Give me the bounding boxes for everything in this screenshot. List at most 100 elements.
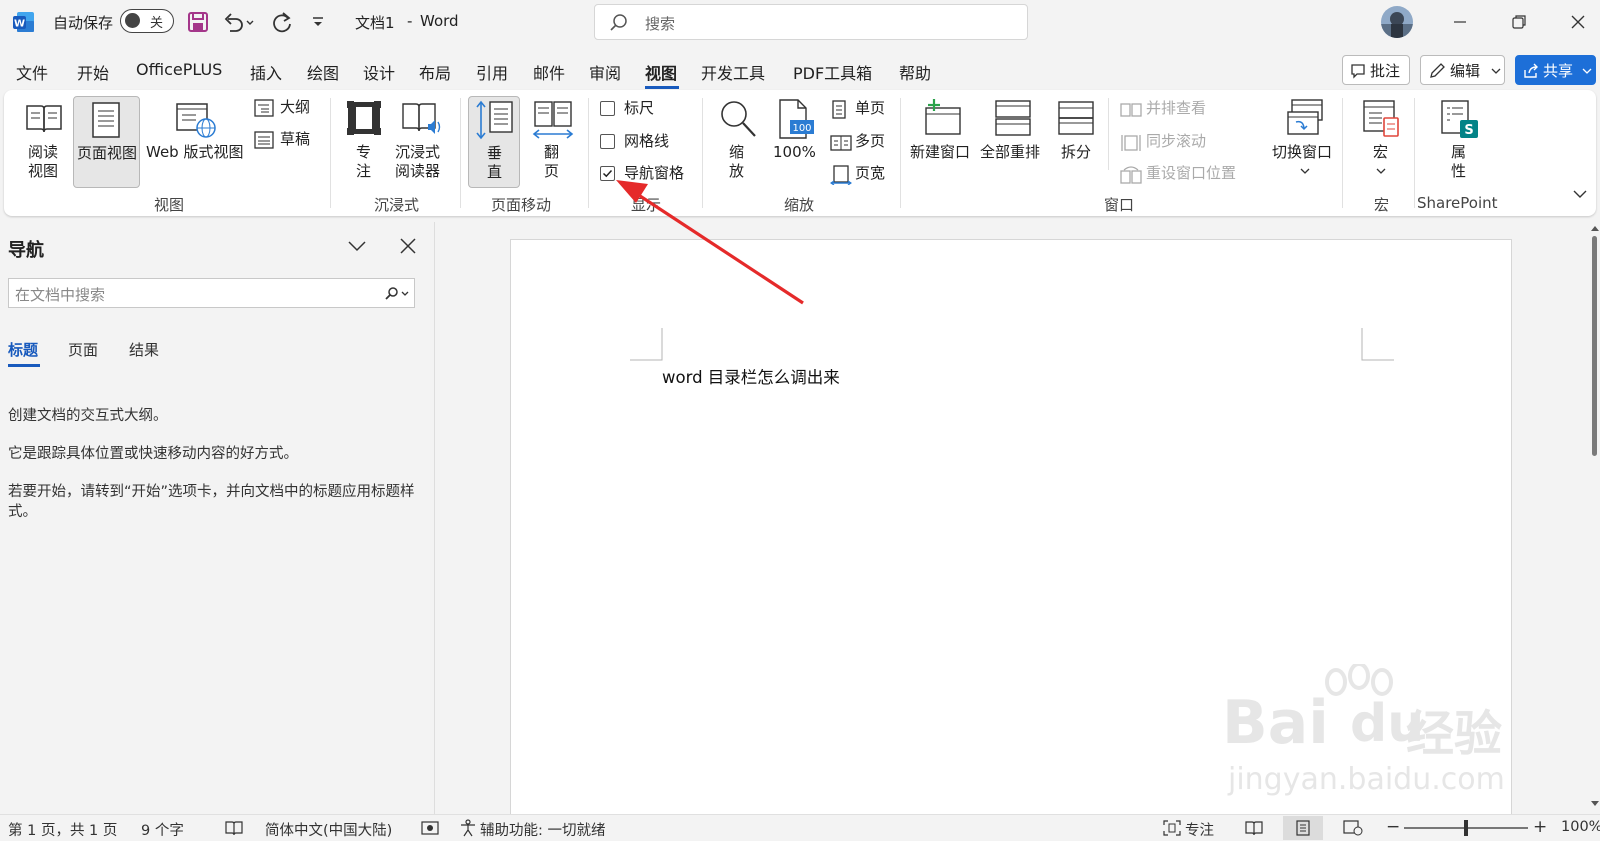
web-layout-button[interactable]: Web 版式视图 [144, 96, 249, 182]
close-icon [400, 238, 416, 254]
tab-pdf-tools[interactable]: PDF工具箱 [793, 60, 872, 84]
close-button[interactable] [1558, 6, 1598, 38]
new-window-label: 新建窗口 [910, 143, 971, 161]
nav-tab-results[interactable]: 结果 [129, 339, 159, 360]
tab-view[interactable]: 视图 [645, 60, 677, 84]
search-options-button[interactable] [383, 285, 411, 303]
chevron-down-icon [348, 241, 366, 252]
vertical-scrollbar[interactable] [1589, 222, 1600, 812]
tab-layout[interactable]: 布局 [419, 60, 451, 84]
language-indicator[interactable]: 简体中文(中国大陆) [265, 819, 392, 840]
chevron-down-icon [1491, 68, 1501, 74]
tab-developer[interactable]: 开发工具 [701, 60, 765, 84]
comment-icon [1351, 64, 1365, 79]
nav-pane-options-button[interactable] [346, 236, 368, 256]
vertical-button[interactable]: 垂 直 [468, 96, 520, 188]
tab-insert[interactable]: 插入 [250, 60, 282, 84]
one-page-button[interactable]: 单页 [830, 98, 892, 122]
properties-button[interactable]: S 属 性 [1432, 96, 1486, 182]
tab-home[interactable]: 开始 [77, 60, 109, 84]
nav-help-text-2: 它是跟踪具体位置或快速移动内容的好方式。 [8, 446, 298, 462]
scroll-down-icon [1591, 801, 1599, 806]
switch-windows-button[interactable]: 切换窗口 [1266, 96, 1344, 188]
zoom-in-button[interactable]: + [1533, 817, 1547, 837]
customize-icon[interactable] [310, 12, 326, 32]
tab-officeplus[interactable]: OfficePLUS [136, 60, 222, 79]
split-button[interactable]: 拆分 [1050, 96, 1102, 182]
title-separator: - [407, 12, 413, 30]
reset-window-position-button: 重设窗口位置 [1120, 163, 1250, 187]
nav-active-tab-indicator [8, 364, 40, 367]
minimize-icon [1454, 21, 1466, 23]
macro-recording-icon[interactable] [420, 820, 440, 836]
page-width-button[interactable]: 页宽 [830, 163, 892, 187]
group-label-macros: 宏 [1374, 196, 1390, 214]
share-label: 共享 [1543, 62, 1574, 80]
word-logo-icon[interactable]: W [12, 10, 36, 34]
outline-button[interactable]: 大纲 [254, 96, 316, 120]
tab-design[interactable]: 设计 [363, 60, 395, 84]
collapse-ribbon-button[interactable] [1572, 188, 1592, 204]
sync-scroll-label: 同步滚动 [1146, 132, 1207, 150]
scrollbar-thumb[interactable] [1592, 236, 1597, 456]
side-to-side-button[interactable]: 翻 页 [526, 96, 578, 182]
tab-mailings[interactable]: 邮件 [533, 60, 565, 84]
macros-button[interactable]: 宏 [1356, 96, 1406, 188]
zoom-out-button[interactable]: − [1386, 817, 1400, 837]
search-icon [385, 287, 409, 300]
nav-tab-pages[interactable]: 页面 [68, 339, 98, 360]
gridlines-checkbox[interactable]: 网格线 [600, 131, 690, 155]
side-to-side-icon [532, 101, 574, 139]
share-button[interactable]: 共享 [1515, 55, 1596, 85]
tab-review[interactable]: 审阅 [589, 60, 621, 84]
new-window-button[interactable]: 新建窗口 [910, 96, 976, 182]
comments-button[interactable]: 批注 [1342, 55, 1410, 85]
read-mode-view-icon[interactable] [1244, 820, 1264, 836]
one-page-icon [832, 100, 846, 119]
zoom-100-badge: 100 [792, 123, 811, 134]
accessibility-status[interactable]: 辅助功能: 一切就绪 [480, 819, 606, 840]
read-mode-button[interactable]: 阅读 视图 [20, 96, 70, 182]
word-count[interactable]: 9 个字 [141, 819, 184, 840]
undo-icon[interactable] [222, 10, 258, 34]
outline-icon [254, 99, 274, 117]
zoom-level[interactable]: 100% [1561, 819, 1600, 835]
nav-tab-headings[interactable]: 标题 [8, 339, 38, 360]
status-bar: 第 1 页，共 1 页 9 个字 简体中文(中国大陆) 辅助功能: 一切就绪 专… [0, 814, 1600, 841]
document-text[interactable]: word 目录栏怎么调出来 [662, 364, 840, 388]
reset-position-label: 重设窗口位置 [1146, 164, 1237, 182]
focus-mode-icon [1163, 820, 1181, 836]
search-box[interactable]: 搜索 [594, 4, 1028, 40]
autosave-toggle[interactable]: 关 [120, 9, 174, 33]
tab-references[interactable]: 引用 [476, 60, 508, 84]
pencil-icon [1430, 63, 1445, 78]
tab-draw[interactable]: 绘图 [307, 60, 339, 84]
arrange-all-button[interactable]: 全部重排 [980, 96, 1046, 182]
one-page-label: 单页 [855, 99, 886, 117]
print-layout-view-button[interactable] [1283, 816, 1323, 840]
avatar[interactable] [1381, 6, 1413, 38]
web-layout-view-icon[interactable] [1343, 820, 1363, 836]
page-count[interactable]: 第 1 页，共 1 页 [8, 819, 117, 840]
redo-icon[interactable] [270, 10, 296, 34]
nav-help-text-3: 若要开始，请转到“开始”选项卡，并向文档中的标题应用标题样式。 [8, 484, 415, 520]
ruler-label: 标尺 [624, 99, 655, 117]
save-icon[interactable] [186, 10, 210, 34]
ruler-checkbox[interactable]: 标尺 [600, 98, 680, 122]
print-layout-button[interactable]: 页面视图 [73, 96, 140, 188]
focus-button[interactable]: 专 注 [342, 96, 386, 182]
nav-pane-close-button[interactable] [398, 236, 418, 256]
minimize-button[interactable] [1440, 6, 1480, 38]
focus-mode-button[interactable]: 专注 [1185, 819, 1214, 840]
zoom-slider-thumb[interactable] [1464, 820, 1468, 836]
tab-file[interactable]: 文件 [16, 60, 48, 84]
editing-button[interactable]: 编辑 [1420, 55, 1505, 85]
draft-button[interactable]: 草稿 [254, 128, 316, 152]
share-icon [1524, 63, 1538, 78]
multiple-pages-button[interactable]: 多页 [830, 131, 892, 155]
nav-search-input[interactable]: 在文档中搜索 [8, 278, 415, 308]
proofing-icon[interactable] [224, 820, 244, 836]
restore-button[interactable] [1499, 6, 1539, 38]
immersive-reader-button[interactable]: 沉浸式 阅读器 [394, 96, 450, 182]
tab-help[interactable]: 帮助 [899, 60, 931, 84]
